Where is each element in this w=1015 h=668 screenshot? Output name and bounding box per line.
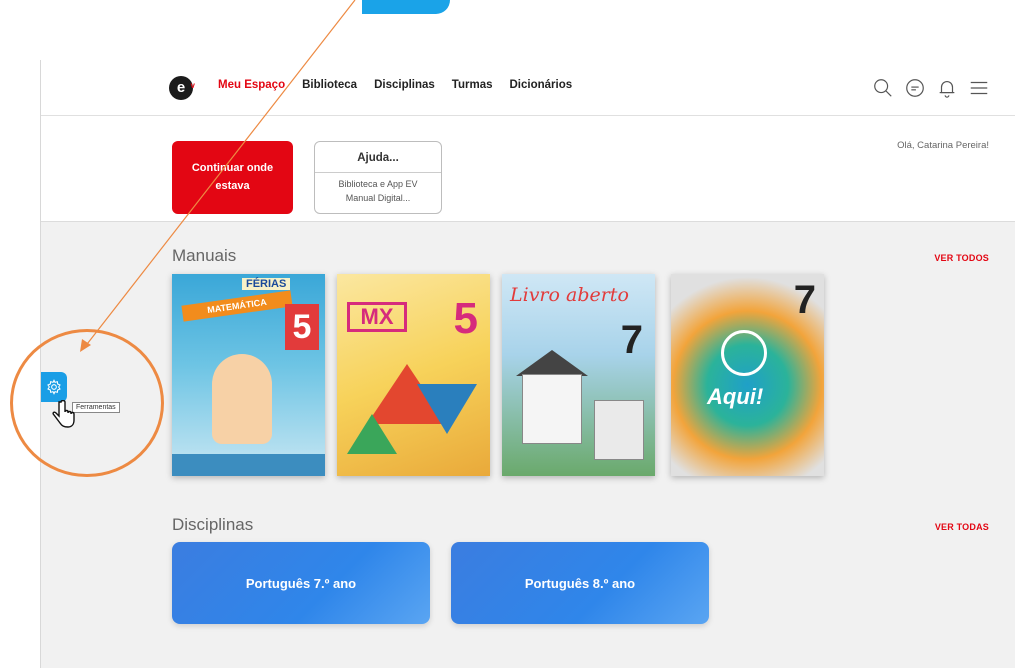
book-banner: MX bbox=[347, 302, 407, 332]
help-card[interactable]: Ajuda... Biblioteca e App EV Manual Digi… bbox=[314, 141, 442, 214]
ver-todas-link[interactable]: VER TODAS bbox=[935, 522, 989, 532]
search-icon[interactable] bbox=[871, 76, 895, 100]
help-card-line2: Manual Digital... bbox=[345, 193, 411, 204]
continue-button-label: Continuar onde estava bbox=[191, 161, 274, 192]
book-illustration bbox=[417, 384, 477, 434]
book-illustration bbox=[347, 414, 397, 454]
subject-card-label: Português 7.º ano bbox=[245, 575, 357, 591]
top-decoration bbox=[362, 0, 450, 14]
nav-turmas[interactable]: Turmas bbox=[452, 79, 493, 91]
subject-card-portugues-7[interactable]: Português 7.º ano bbox=[172, 542, 430, 624]
book-illustration bbox=[212, 354, 272, 444]
disciplinas-title: Disciplinas bbox=[172, 515, 254, 534]
app-window: ev Meu Espaço Biblioteca Disciplinas Tur… bbox=[41, 60, 1015, 668]
book-grade: 7 bbox=[620, 318, 643, 362]
book-footer bbox=[172, 454, 325, 476]
subject-card-label: Português 8.º ano bbox=[524, 575, 636, 591]
book-illustration bbox=[522, 374, 582, 444]
notification-bell-icon[interactable] bbox=[935, 76, 959, 100]
continue-button[interactable]: Continuar onde estava bbox=[172, 141, 293, 214]
help-card-title: Ajuda... bbox=[357, 152, 399, 164]
highlight-circle bbox=[10, 329, 164, 477]
manuais-title: Manuais bbox=[172, 246, 237, 265]
user-greeting: Olá, Catarina Pereira! bbox=[897, 140, 989, 151]
chat-icon[interactable] bbox=[903, 76, 927, 100]
book-banner: Livro aberto bbox=[510, 284, 629, 306]
ver-todos-link[interactable]: VER TODOS bbox=[934, 253, 989, 263]
book-grade: 5 bbox=[285, 304, 319, 350]
book-cover-mx[interactable]: MX 5 bbox=[337, 274, 490, 476]
book-tag: FÉRIAS bbox=[242, 278, 291, 290]
nav-meu-espaco[interactable]: Meu Espaço bbox=[218, 79, 285, 91]
subject-card-portugues-8[interactable]: Português 8.º ano bbox=[451, 542, 709, 624]
help-card-divider bbox=[315, 172, 441, 173]
book-cover-matematica[interactable]: FÉRIAS MATEMÁTICA 5 bbox=[172, 274, 325, 476]
nav-biblioteca[interactable]: Biblioteca bbox=[302, 79, 357, 91]
book-cover-livro-aberto[interactable]: Livro aberto 7 bbox=[502, 274, 655, 476]
help-card-line1: Biblioteca e App EV bbox=[338, 179, 418, 189]
top-navigation: ev Meu Espaço Biblioteca Disciplinas Tur… bbox=[41, 60, 1015, 116]
book-banner: MATEMÁTICA bbox=[181, 290, 293, 322]
book-cover-aqui-terra[interactable]: 7 Aqui! bbox=[671, 274, 824, 476]
nav-dicionarios[interactable]: Dicionários bbox=[510, 79, 573, 91]
book-grade: 7 bbox=[793, 278, 816, 322]
book-banner: Aqui! bbox=[707, 384, 764, 409]
book-grade: 5 bbox=[453, 294, 478, 343]
nav-icons bbox=[871, 76, 991, 100]
book-illustration bbox=[516, 350, 588, 376]
book-illustration bbox=[594, 400, 644, 460]
logo[interactable]: ev bbox=[169, 76, 195, 100]
nav-links: Meu Espaço Biblioteca Disciplinas Turmas… bbox=[218, 79, 572, 91]
menu-icon[interactable] bbox=[967, 76, 991, 100]
nav-disciplinas[interactable]: Disciplinas bbox=[374, 79, 435, 91]
globe-icon bbox=[721, 330, 767, 376]
